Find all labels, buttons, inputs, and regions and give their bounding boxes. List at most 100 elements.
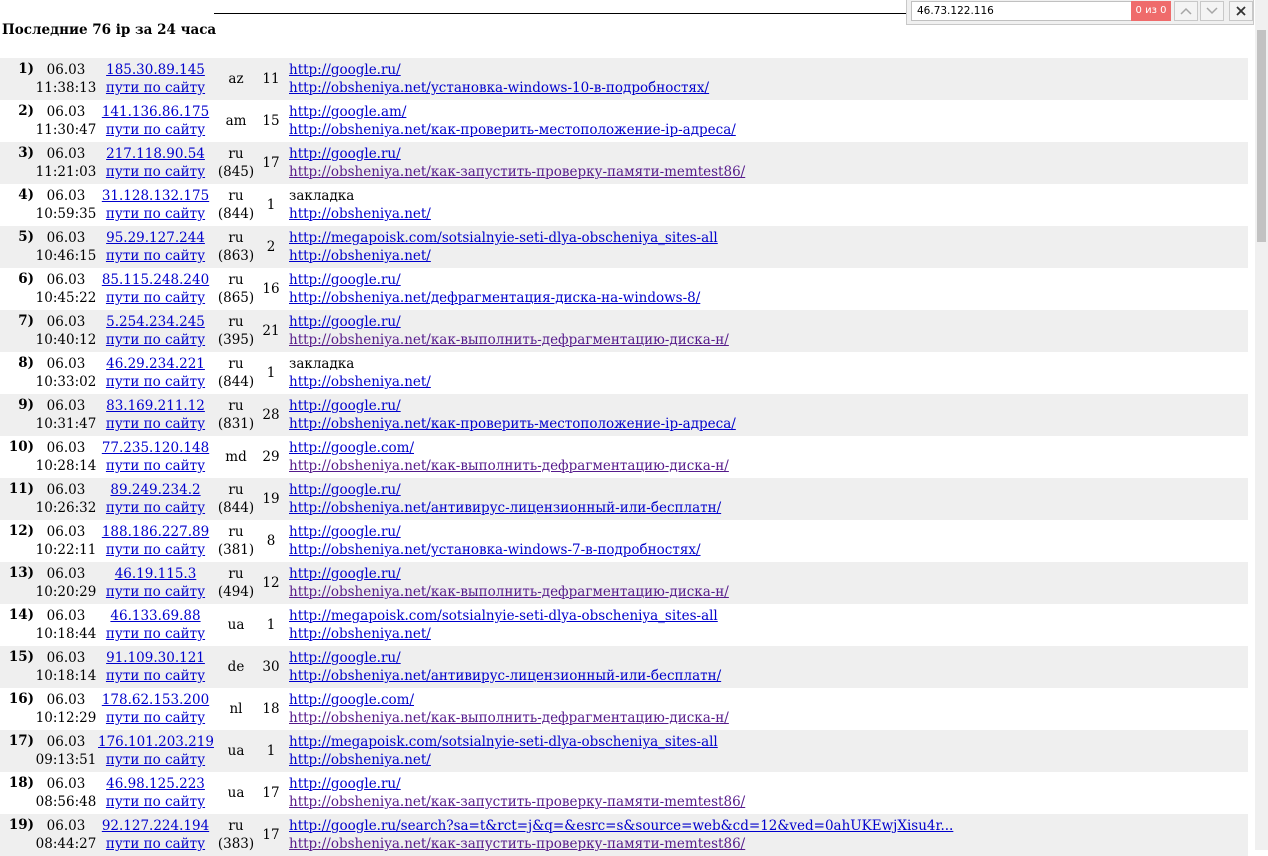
site-paths-link[interactable]: пути по сайту — [98, 247, 213, 265]
ip-link[interactable]: 176.101.203.219 — [98, 733, 214, 751]
landing-page-link[interactable]: http://obsheniya.net/дефрагментация-диск… — [289, 289, 700, 307]
country-cell: nl — [214, 691, 258, 718]
ip-link[interactable]: 185.30.89.145 — [98, 61, 213, 79]
referrer-link[interactable]: http://google.ru/ — [289, 145, 745, 163]
site-paths-link[interactable]: пути по сайту — [98, 583, 213, 601]
site-paths-link[interactable]: пути по сайту — [98, 835, 213, 853]
landing-page-link[interactable]: http://obsheniya.net/установка-windows-7… — [289, 541, 701, 559]
site-paths-link[interactable]: пути по сайту — [98, 793, 213, 811]
site-paths-link[interactable]: пути по сайту — [98, 541, 213, 559]
referrer-link[interactable]: http://google.ru/ — [289, 523, 701, 541]
visit-datetime: 06.03 10:59:35 — [34, 187, 98, 223]
landing-page-link[interactable]: http://obsheniya.net/как-запустить-прове… — [289, 793, 745, 811]
site-paths-link[interactable]: пути по сайту — [98, 667, 213, 685]
visit-date: 06.03 — [46, 146, 86, 162]
referrer-link[interactable]: http://google.ru/ — [289, 775, 745, 793]
visitor-ip: 46.29.234.221 пути по сайту — [98, 355, 213, 391]
referrer-link[interactable]: http://google.ru/ — [289, 271, 700, 289]
landing-page-link[interactable]: http://obsheniya.net/как-выполнить-дефра… — [289, 457, 729, 475]
referrer-link[interactable]: http://google.ru/ — [289, 61, 709, 79]
site-paths-link[interactable]: пути по сайту — [98, 709, 213, 727]
ip-link[interactable]: 188.186.227.89 — [98, 523, 213, 541]
site-paths-link[interactable]: пути по сайту — [98, 625, 213, 643]
visit-time: 10:18:14 — [35, 668, 97, 684]
ip-link[interactable]: 85.115.248.240 — [98, 271, 213, 289]
ip-link[interactable]: 46.133.69.88 — [98, 607, 213, 625]
country-code: ru — [228, 356, 244, 372]
referrer-link[interactable]: http://megapoisk.com/sotsialnyie-seti-dl… — [289, 607, 718, 625]
site-paths-link[interactable]: пути по сайту — [98, 289, 213, 307]
ip-link[interactable]: 217.118.90.54 — [98, 145, 213, 163]
referrer-link[interactable]: http://google.ru/ — [289, 397, 736, 415]
site-paths-link[interactable]: пути по сайту — [98, 121, 213, 139]
site-paths-link[interactable]: пути по сайту — [98, 163, 213, 181]
site-paths-link[interactable]: пути по сайту — [98, 79, 213, 97]
ip-link[interactable]: 95.29.127.244 — [98, 229, 213, 247]
landing-page-link[interactable]: http://obsheniya.net/как-проверить-место… — [289, 415, 736, 433]
referrer-cell: http://google.ru/http://obsheniya.net/ан… — [289, 481, 721, 517]
landing-page-link[interactable]: http://obsheniya.net/как-проверить-место… — [289, 121, 736, 139]
ip-link[interactable]: 31.128.132.175 — [98, 187, 213, 205]
referrer-cell: http://google.ru/http://obsheniya.net/ка… — [289, 397, 736, 433]
find-close-button[interactable] — [1229, 1, 1253, 21]
site-paths-link[interactable]: пути по сайту — [98, 373, 213, 391]
landing-page-link[interactable]: http://obsheniya.net/как-выполнить-дефра… — [289, 709, 729, 727]
referrer-link[interactable]: http://google.com/ — [289, 691, 729, 709]
site-paths-link[interactable]: пути по сайту — [98, 415, 213, 433]
referrer-link[interactable]: http://megapoisk.com/sotsialnyie-seti-dl… — [289, 229, 718, 247]
landing-page-link[interactable]: http://obsheniya.net/ — [289, 247, 718, 265]
landing-page-link[interactable]: http://obsheniya.net/как-выполнить-дефра… — [289, 583, 729, 601]
row-number: 12) — [8, 523, 34, 539]
vertical-scrollbar[interactable] — [1255, 0, 1268, 850]
ip-link[interactable]: 77.235.120.148 — [98, 439, 213, 457]
visitor-ip: 89.249.234.2 пути по сайту — [98, 481, 213, 517]
ip-link[interactable]: 83.169.211.12 — [98, 397, 213, 415]
site-paths-link[interactable]: пути по сайту — [98, 751, 213, 769]
site-paths-link[interactable]: пути по сайту — [98, 331, 213, 349]
find-next-button[interactable] — [1200, 1, 1224, 21]
landing-page-link[interactable]: http://obsheniya.net/как-выполнить-дефра… — [289, 331, 729, 349]
ip-link[interactable]: 89.249.234.2 — [98, 481, 213, 499]
scrollbar-thumb[interactable] — [1257, 30, 1266, 242]
referrer-link[interactable]: http://megapoisk.com/sotsialnyie-seti-dl… — [289, 733, 718, 751]
referrer-cell: http://google.ru/http://obsheniya.net/ка… — [289, 145, 745, 181]
referrer-cell: закладка http://obsheniya.net/ — [289, 187, 431, 223]
visit-time: 10:12:29 — [35, 710, 97, 726]
landing-page-link[interactable]: http://obsheniya.net/установка-windows-1… — [289, 79, 709, 97]
landing-page-link[interactable]: http://obsheniya.net/ — [289, 205, 431, 223]
table-row: 4) 06.03 10:59:35 31.128.132.175 пути по сай… — [0, 184, 1248, 226]
site-paths-link[interactable]: пути по сайту — [98, 205, 213, 223]
landing-page-link[interactable]: http://obsheniya.net/ — [289, 373, 431, 391]
landing-page-link[interactable]: http://obsheniya.net/ — [289, 625, 718, 643]
referrer-link[interactable]: http://google.ru/ — [289, 313, 729, 331]
ip-link[interactable]: 5.254.234.245 — [98, 313, 213, 331]
find-input[interactable] — [911, 1, 1135, 21]
country-cell: ua — [214, 733, 258, 760]
landing-page-link[interactable]: http://obsheniya.net/как-запустить-прове… — [289, 835, 953, 853]
find-previous-button[interactable] — [1174, 1, 1198, 21]
site-paths-link[interactable]: пути по сайту — [98, 457, 213, 475]
referrer-link[interactable]: http://google.am/ — [289, 103, 736, 121]
referrer-link[interactable]: http://google.ru/ — [289, 565, 729, 583]
referrer-link[interactable]: http://google.com/ — [289, 439, 729, 457]
ip-link[interactable]: 91.109.30.121 — [98, 649, 213, 667]
table-row: 2) 06.03 11:30:47 141.136.86.175 пути по сай… — [0, 100, 1248, 142]
ip-link[interactable]: 46.19.115.3 — [98, 565, 213, 583]
landing-page-link[interactable]: http://obsheniya.net/ — [289, 751, 718, 769]
referrer-link[interactable]: http://google.ru/ — [289, 649, 721, 667]
ip-link[interactable]: 178.62.153.200 — [98, 691, 213, 709]
landing-page-link[interactable]: http://obsheniya.net/как-запустить-прове… — [289, 163, 745, 181]
ip-link[interactable]: 46.98.125.223 — [98, 775, 213, 793]
ip-link[interactable]: 92.127.224.194 — [98, 817, 213, 835]
landing-page-link[interactable]: http://obsheniya.net/антивирус-лицензион… — [289, 667, 721, 685]
ip-link[interactable]: 141.136.86.175 — [98, 103, 213, 121]
chevron-down-icon — [1206, 7, 1218, 15]
landing-page-link[interactable]: http://obsheniya.net/антивирус-лицензион… — [289, 499, 721, 517]
row-number: 18) — [8, 775, 34, 791]
visit-count: 19 — [258, 481, 284, 508]
region-code: (494) — [217, 584, 255, 600]
ip-link[interactable]: 46.29.234.221 — [98, 355, 213, 373]
site-paths-link[interactable]: пути по сайту — [98, 499, 213, 517]
referrer-link[interactable]: http://google.ru/ — [289, 481, 721, 499]
referrer-link[interactable]: http://google.ru/search?sa=t&rct=j&q=&es… — [289, 817, 953, 835]
